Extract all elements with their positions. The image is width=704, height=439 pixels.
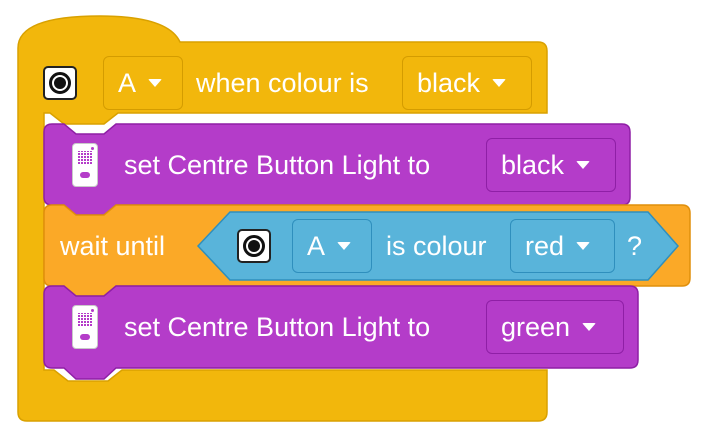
wait-until-label: wait until bbox=[60, 231, 166, 261]
hub-led bbox=[91, 309, 94, 312]
event-label: when colour is bbox=[196, 68, 369, 98]
hub-centre-button bbox=[80, 334, 90, 340]
hub-led bbox=[91, 147, 94, 150]
condition-colour-dropdown[interactable]: red bbox=[510, 219, 615, 273]
light-colour-value-1: black bbox=[501, 149, 565, 180]
set-light-label-1: set Centre Button Light to bbox=[124, 150, 431, 180]
chevron-down-icon bbox=[576, 161, 591, 169]
chevron-down-icon bbox=[582, 323, 597, 331]
hub-icon bbox=[72, 143, 98, 187]
chevron-down-icon bbox=[337, 242, 352, 250]
sensor-dot bbox=[248, 240, 260, 252]
condition-port-dropdown[interactable]: A bbox=[292, 219, 372, 273]
condition-colour-value: red bbox=[525, 230, 565, 261]
hub-matrix-rows bbox=[78, 151, 92, 165]
hub-icon bbox=[72, 305, 98, 349]
condition-label: is colour bbox=[386, 231, 487, 261]
condition-question-mark: ? bbox=[627, 231, 643, 261]
condition-port-value: A bbox=[307, 230, 326, 261]
set-light-label-2: set Centre Button Light to bbox=[124, 312, 431, 342]
hub-matrix-rows bbox=[78, 313, 92, 327]
event-colour-dropdown[interactable]: black bbox=[402, 56, 532, 110]
color-sensor-icon bbox=[43, 66, 77, 100]
color-sensor-icon bbox=[237, 229, 271, 263]
hub-centre-button bbox=[80, 172, 90, 178]
sensor-dot bbox=[54, 77, 66, 89]
chevron-down-icon bbox=[492, 79, 507, 87]
chevron-down-icon bbox=[148, 79, 163, 87]
chevron-down-icon bbox=[576, 242, 591, 250]
event-port-dropdown[interactable]: A bbox=[103, 56, 183, 110]
light-colour-dropdown-1[interactable]: black bbox=[486, 138, 616, 192]
event-port-value: A bbox=[118, 67, 137, 98]
light-colour-value-2: green bbox=[501, 311, 571, 342]
event-colour-value: black bbox=[417, 67, 481, 98]
light-colour-dropdown-2[interactable]: green bbox=[486, 300, 624, 354]
